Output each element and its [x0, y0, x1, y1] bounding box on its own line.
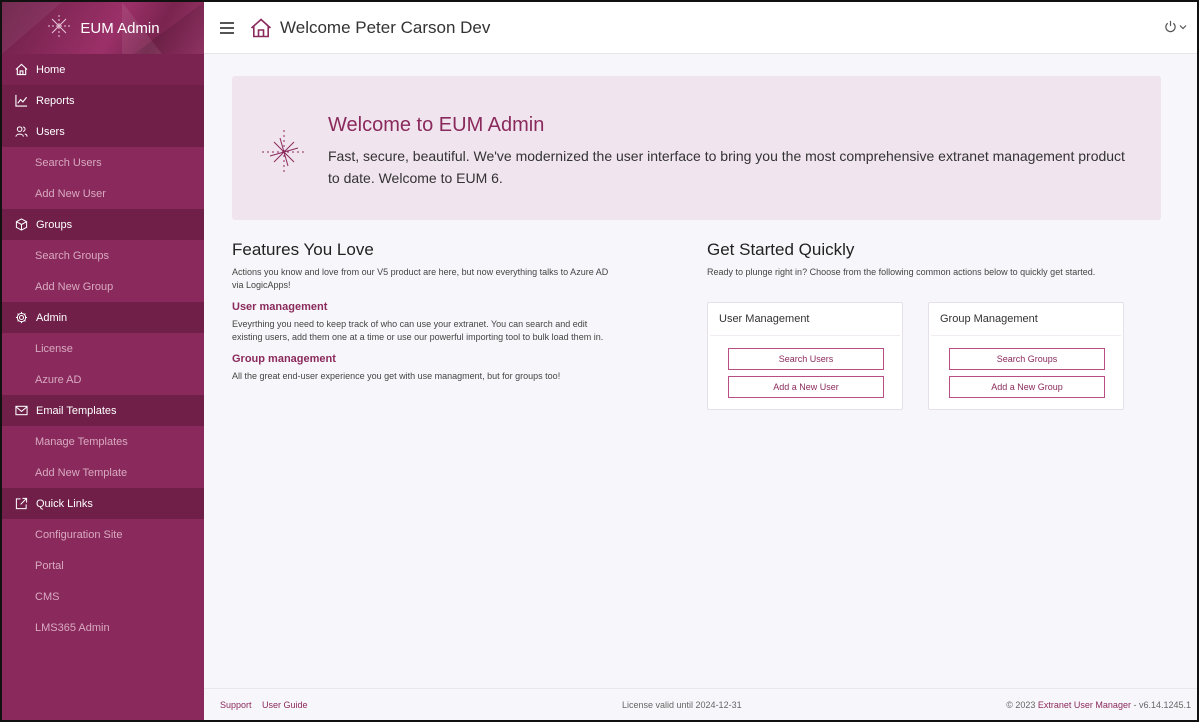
- app-window: EUM Admin Home Reports Users Search User…: [0, 0, 1199, 722]
- sidebar-item-lms365-admin[interactable]: LMS365 Admin: [2, 612, 204, 643]
- group-management-text: All the great end-user experience you ge…: [232, 371, 561, 381]
- sidebar-item-admin[interactable]: Admin: [2, 302, 204, 333]
- group-management-card: Group Management Search Groups Add a New…: [928, 302, 1124, 410]
- card-title: Group Management: [931, 303, 1121, 336]
- power-menu[interactable]: [1164, 20, 1187, 36]
- chart-line-icon: [14, 94, 28, 108]
- sidebar-item-portal[interactable]: Portal: [2, 550, 204, 581]
- get-started-intro: Ready to plunge right in? Choose from th…: [707, 267, 1096, 277]
- welcome-banner: Welcome to EUM Admin Fast, secure, beaut…: [232, 76, 1161, 220]
- sidebar-item-search-users[interactable]: Search Users: [2, 147, 204, 178]
- sidebar-item-label: Admin: [36, 311, 68, 324]
- gear-icon: [14, 311, 28, 325]
- features-section: Features You Love Actions you know and l…: [232, 240, 612, 383]
- sidebar-item-manage-templates[interactable]: Manage Templates: [2, 426, 204, 457]
- welcome-text: Fast, secure, beautiful. We've modernize…: [328, 148, 1125, 186]
- chevron-down-icon: [1179, 22, 1187, 34]
- sidebar-item-quick-links[interactable]: Quick Links: [2, 488, 204, 519]
- sidebar-item-label: Groups: [36, 218, 73, 231]
- copyright-year: © 2023: [1006, 700, 1036, 710]
- sidebar-item-cms[interactable]: CMS: [2, 581, 204, 612]
- user-management-card: User Management Search Users Add a New U…: [707, 302, 903, 410]
- brand-header[interactable]: EUM Admin: [2, 2, 204, 54]
- sidebar-item-users[interactable]: Users: [2, 116, 204, 147]
- envelope-icon: [14, 404, 28, 418]
- sidebar-item-license[interactable]: License: [2, 333, 204, 364]
- sidebar-item-add-new-user[interactable]: Add New User: [2, 178, 204, 209]
- sidebar-item-label: Quick Links: [36, 497, 93, 510]
- user-guide-link[interactable]: User Guide: [262, 700, 308, 710]
- sparkle-icon: [260, 128, 308, 181]
- search-groups-button[interactable]: Search Groups: [949, 348, 1105, 370]
- features-title: Features You Love: [232, 240, 374, 259]
- search-users-button[interactable]: Search Users: [728, 348, 884, 370]
- page-title: Welcome Peter Carson Dev: [280, 17, 491, 37]
- sidebar-item-add-new-template[interactable]: Add New Template: [2, 457, 204, 488]
- sidebar-item-reports[interactable]: Reports: [2, 85, 204, 116]
- sidebar-item-search-groups[interactable]: Search Groups: [2, 240, 204, 271]
- cube-icon: [14, 218, 28, 232]
- sidebar-item-label: Email Templates: [36, 404, 117, 417]
- sparkle-icon: [46, 13, 72, 44]
- features-intro: Actions you know and love from our V5 pr…: [232, 267, 609, 290]
- card-title: User Management: [710, 303, 900, 336]
- footer: Support User Guide License valid until 2…: [204, 688, 1197, 720]
- user-management-title: User management: [232, 301, 328, 313]
- version-text: - v6.14.1245.1: [1130, 700, 1191, 710]
- home-icon: [14, 63, 28, 77]
- top-bar: Welcome Peter Carson Dev: [204, 2, 1197, 54]
- welcome-title: Welcome to EUM Admin: [328, 114, 545, 136]
- get-started-section: Get Started Quickly Ready to plunge righ…: [707, 240, 1167, 279]
- home-icon[interactable]: [250, 17, 272, 38]
- external-link-icon: [14, 497, 28, 511]
- sidebar-item-add-new-group[interactable]: Add New Group: [2, 271, 204, 302]
- add-new-user-button[interactable]: Add a New User: [728, 376, 884, 398]
- sidebar-item-label: Home: [36, 63, 66, 76]
- add-new-group-button[interactable]: Add a New Group: [949, 376, 1105, 398]
- power-icon: [1164, 20, 1177, 36]
- group-management-title: Group management: [232, 353, 336, 365]
- user-management-text: Eveyrthing you need to keep track of who…: [232, 319, 604, 342]
- sidebar-item-home[interactable]: Home: [2, 54, 204, 85]
- sidebar-item-label: Users: [36, 125, 65, 138]
- sidebar-item-label: Reports: [36, 94, 75, 107]
- copyright: © 2023 Extranet User Manager - v6.14.124…: [1006, 700, 1191, 710]
- main-content: Welcome to EUM Admin Fast, secure, beaut…: [204, 54, 1197, 688]
- sidebar-item-groups[interactable]: Groups: [2, 209, 204, 240]
- sidebar-item-azure-ad[interactable]: Azure AD: [2, 364, 204, 395]
- get-started-title: Get Started Quickly: [707, 240, 855, 259]
- hamburger-icon[interactable]: [220, 21, 234, 34]
- company-link[interactable]: Extranet User Manager: [1038, 700, 1131, 710]
- users-icon: [14, 125, 28, 139]
- brand-title: EUM Admin: [80, 19, 160, 37]
- sidebar: EUM Admin Home Reports Users Search User…: [2, 2, 204, 720]
- license-text: License valid until 2024-12-31: [622, 700, 742, 710]
- sidebar-item-configuration-site[interactable]: Configuration Site: [2, 519, 204, 550]
- support-link[interactable]: Support: [220, 700, 252, 710]
- sidebar-item-email-templates[interactable]: Email Templates: [2, 395, 204, 426]
